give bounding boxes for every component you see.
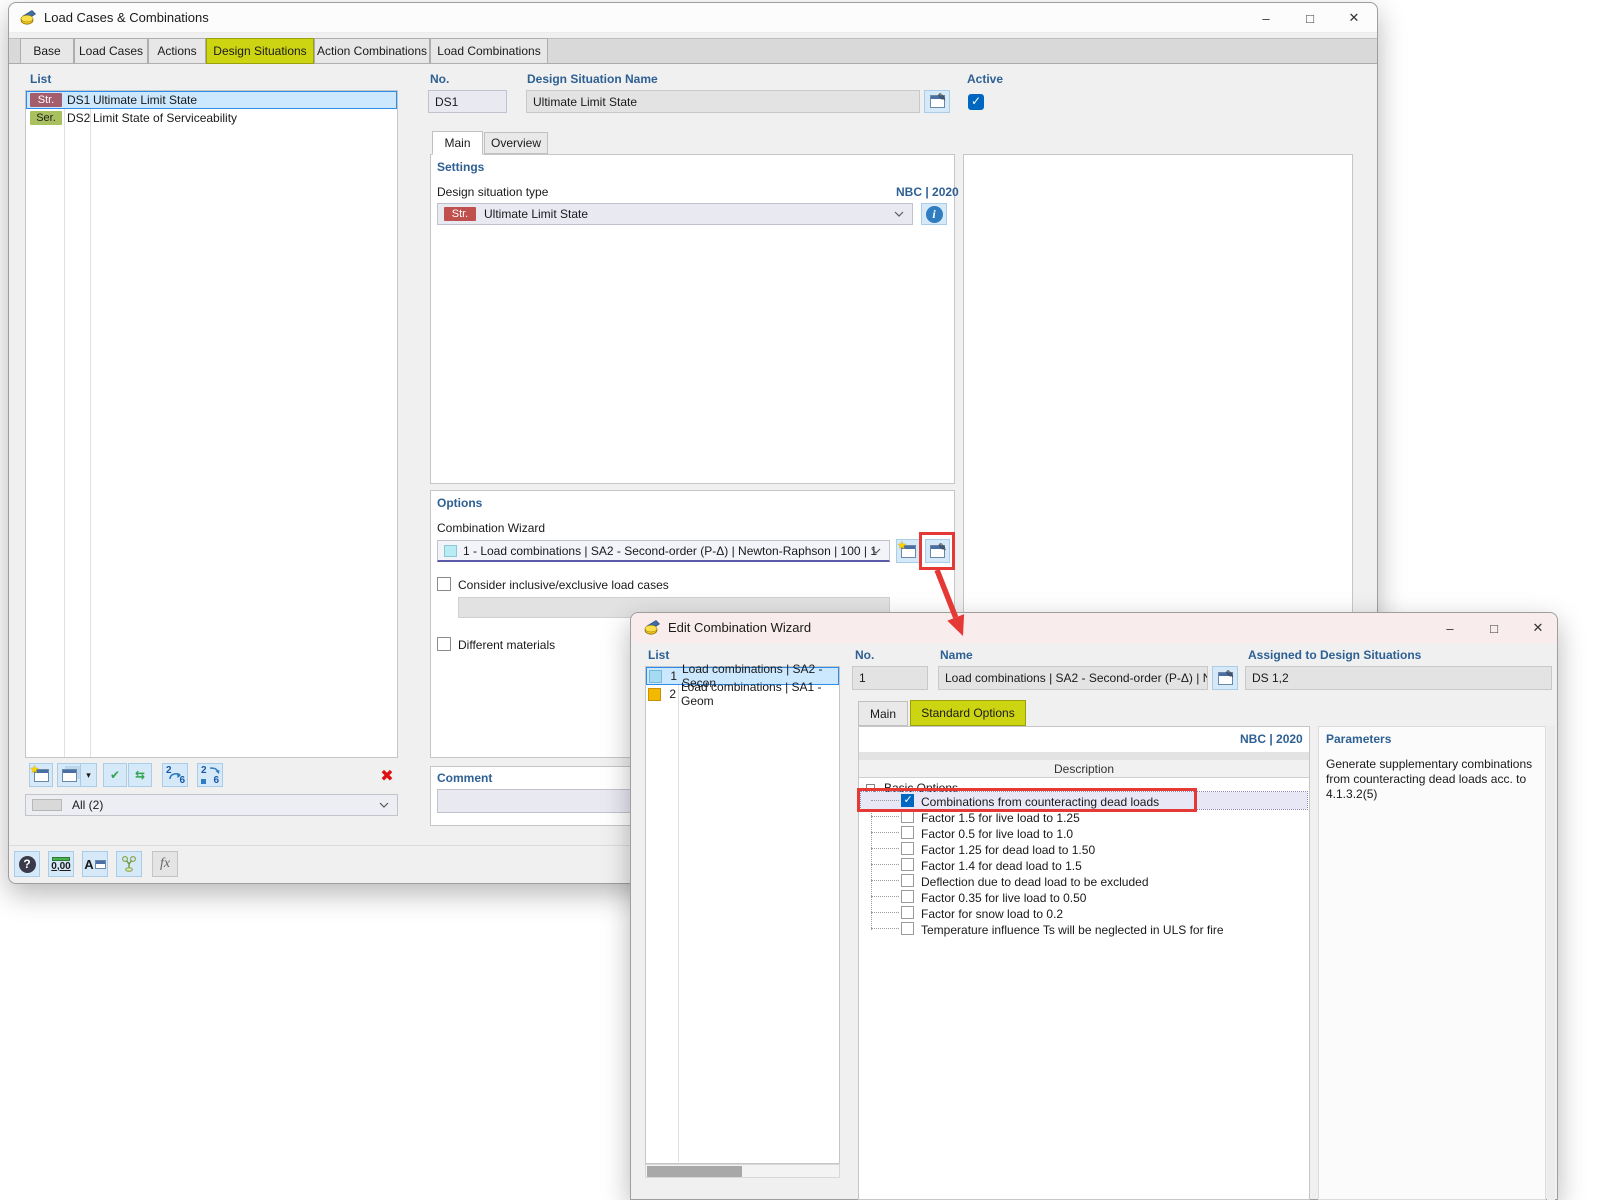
tree-item-label[interactable]: Factor 1.25 for dead load to 1.50 [921, 843, 1095, 857]
tree-stub [871, 928, 899, 929]
row-name: Load combinations | SA1 - Geom [676, 680, 839, 708]
tab-standard-options[interactable]: Standard Options [910, 700, 1026, 726]
tree-stub [871, 800, 899, 801]
tree-checkbox-0[interactable] [901, 794, 914, 807]
tree-stub [871, 864, 899, 865]
row-swatch [648, 688, 661, 701]
name-label: Name [940, 648, 973, 662]
tree-checkbox-2[interactable] [901, 826, 914, 839]
no-value: 1 [859, 671, 866, 685]
tree-checkbox-8[interactable] [901, 922, 914, 935]
tree-checkbox-4[interactable] [901, 858, 914, 871]
tree-item-label[interactable]: Factor 0.5 for live load to 1.0 [921, 827, 1073, 841]
assigned-field[interactable]: DS 1,2 [1245, 666, 1552, 690]
tree-stub [871, 816, 899, 817]
rename-button[interactable] [1212, 666, 1238, 690]
parameters-text: Generate supplementary combinations from… [1326, 757, 1538, 802]
tree-item-label[interactable]: Factor 1.5 for live load to 1.25 [921, 811, 1080, 825]
assigned-label: Assigned to Design Situations [1248, 648, 1421, 662]
tree-stub [871, 880, 899, 881]
name-value: Load combinations | SA2 - Second-order (… [945, 671, 1208, 685]
name-field[interactable]: Load combinations | SA2 - Second-order (… [938, 666, 1208, 690]
desktop: Load Cases & Combinations – □ ✕ Base Loa… [0, 0, 1600, 1200]
assigned-value: DS 1,2 [1252, 671, 1289, 685]
tree-stub [871, 848, 899, 849]
tree-stub [871, 832, 899, 833]
tree-item-label[interactable]: Combinations from counteracting dead loa… [921, 795, 1159, 809]
tree-item-label[interactable]: Factor 1.4 for dead load to 1.5 [921, 859, 1082, 873]
tree-checkbox-1[interactable] [901, 810, 914, 823]
tree-item-label[interactable]: Factor 0.35 for live load to 0.50 [921, 891, 1086, 905]
wizard-row-2[interactable]: 2 Load combinations | SA1 - Geom [646, 685, 839, 703]
maximize-icon[interactable]: □ [1476, 616, 1512, 640]
row-swatch [649, 670, 662, 683]
row-num: 2 [661, 687, 676, 701]
tree-item-label[interactable]: Factor for snow load to 0.2 [921, 907, 1063, 921]
hscrollbar-thumb[interactable] [647, 1166, 742, 1177]
description-column-header: Description [859, 760, 1309, 778]
window-title: Edit Combination Wizard [668, 620, 811, 635]
vscrollbar[interactable] [1547, 726, 1555, 1200]
header-band [859, 752, 1309, 760]
app-icon [644, 619, 661, 638]
tree-checkbox-3[interactable] [901, 842, 914, 855]
minimize-icon[interactable]: – [1432, 616, 1468, 640]
list-col-divider [678, 667, 679, 1162]
list-hscrollbar[interactable] [645, 1164, 840, 1178]
parameters-label: Parameters [1326, 732, 1391, 746]
edit-wizard-window-layer: Edit Combination Wizard – □ ✕ List 1 Loa… [0, 0, 1600, 1200]
tab-main[interactable]: Main [858, 701, 908, 726]
list-label: List [648, 648, 669, 662]
code-label: NBC | 2020 [1240, 732, 1302, 746]
tree-stub [871, 896, 899, 897]
tree-item-label[interactable]: Deflection due to dead load to be exclud… [921, 875, 1149, 889]
close-icon[interactable]: ✕ [1520, 616, 1556, 640]
row-num: 1 [662, 669, 677, 683]
pencil-icon [1225, 668, 1234, 681]
tree-checkbox-7[interactable] [901, 906, 914, 919]
tree-line [871, 794, 872, 930]
tree-checkbox-5[interactable] [901, 874, 914, 887]
tree-stub [871, 912, 899, 913]
wizard-list [645, 666, 840, 1164]
no-label: No. [855, 648, 874, 662]
tree-checkbox-6[interactable] [901, 890, 914, 903]
no-field[interactable]: 1 [852, 666, 928, 690]
tree-item-label[interactable]: Temperature influence Ts will be neglect… [921, 923, 1224, 937]
